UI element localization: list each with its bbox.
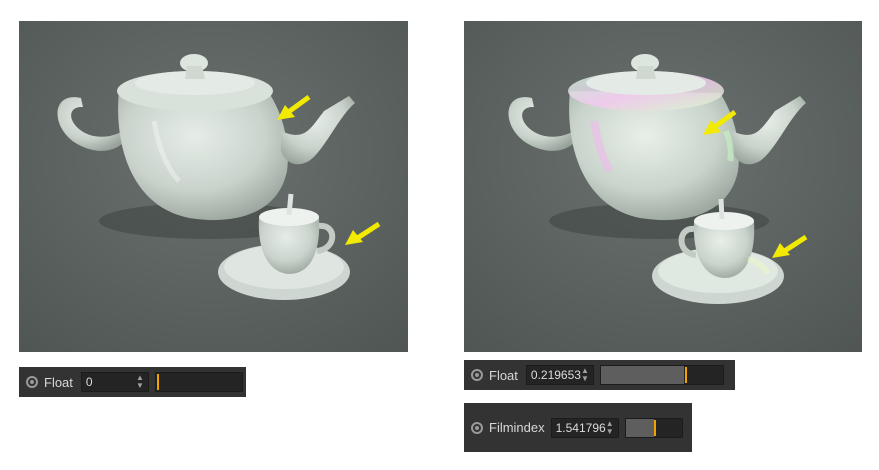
keyframe-icon[interactable] <box>471 369 483 381</box>
slider-fill <box>600 366 684 384</box>
slider-knob[interactable] <box>653 419 656 436</box>
filmindex-parameter: Filmindex 1.541796 ▲ ▼ <box>464 403 692 452</box>
slider-fill <box>625 418 654 437</box>
stepper-icon[interactable]: ▲ ▼ <box>581 367 589 383</box>
stepper-icon[interactable]: ▲ ▼ <box>606 419 614 436</box>
slider-knob[interactable] <box>156 374 159 390</box>
float-value-field[interactable]: 0.219653 ▲ ▼ <box>525 365 594 385</box>
stepper-icon[interactable]: ▲ ▼ <box>136 374 144 390</box>
param-label: Filmindex <box>489 420 545 435</box>
param-label: Float <box>44 374 73 390</box>
float-parameter-right: Float 0.219653 ▲ ▼ <box>464 360 735 390</box>
filmindex-value: 1.541796 <box>555 420 606 435</box>
param-label: Float <box>489 367 518 383</box>
render-preview-right <box>464 21 862 352</box>
float-slider[interactable] <box>599 365 724 385</box>
float-parameter-left: Float 0 ▲ ▼ <box>19 367 246 397</box>
filmindex-value-field[interactable]: 1.541796 ▲ ▼ <box>550 417 619 438</box>
keyframe-icon[interactable] <box>26 376 38 388</box>
keyframe-icon[interactable] <box>471 421 483 434</box>
float-value-field[interactable]: 0 ▲ ▼ <box>80 372 149 392</box>
float-value: 0 <box>85 375 93 389</box>
render-preview-left <box>19 21 408 352</box>
slider-knob[interactable] <box>684 367 687 383</box>
float-value: 0.219653 <box>530 368 581 382</box>
filmindex-slider[interactable] <box>624 417 683 438</box>
float-slider[interactable] <box>154 372 243 392</box>
